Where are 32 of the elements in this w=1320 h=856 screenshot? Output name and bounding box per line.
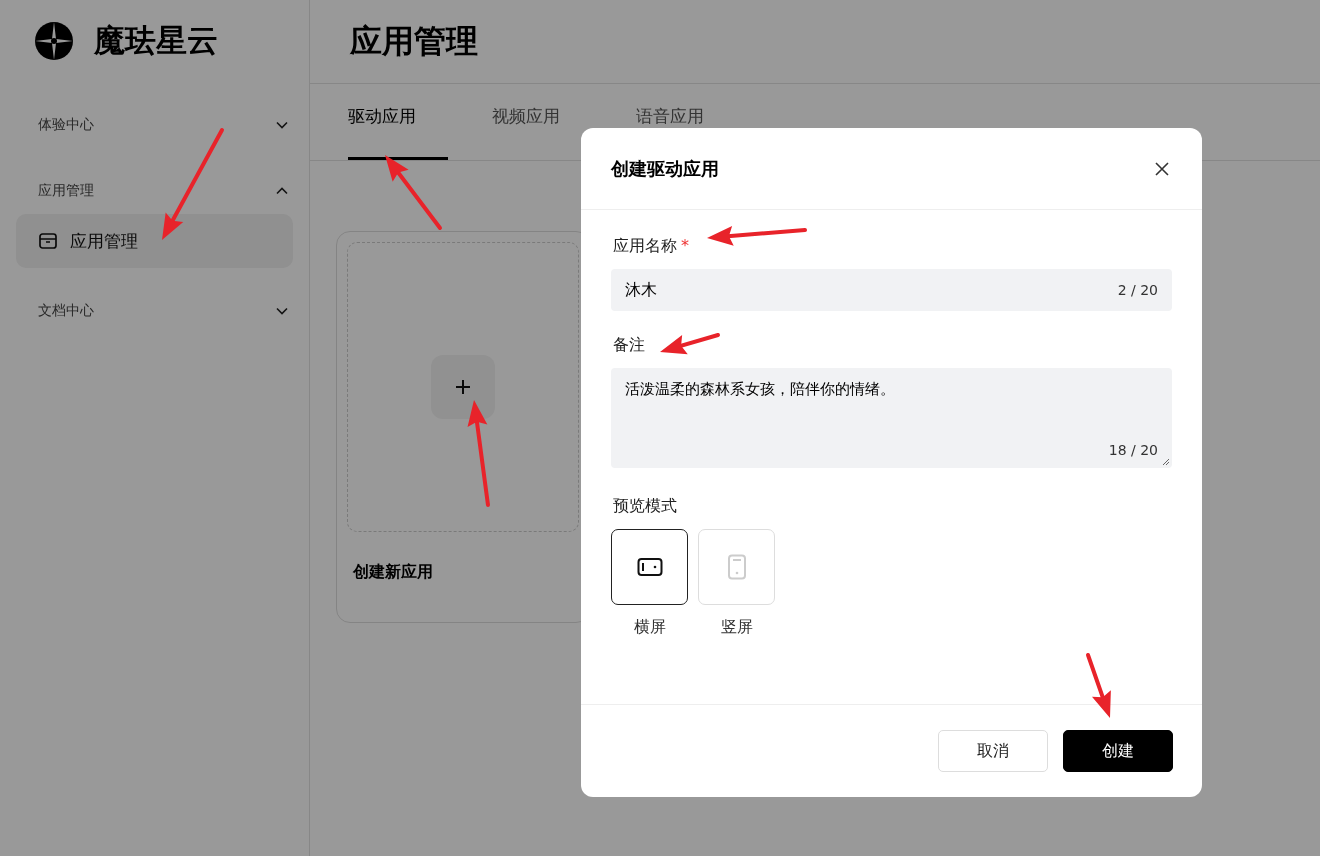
archive-icon — [38, 231, 58, 251]
card-title: 创建新应用 — [352, 562, 434, 583]
input-value: 活泼温柔的森林系女孩，陪伴你的情绪。 — [625, 380, 895, 398]
portrait-screen-icon — [726, 554, 747, 580]
logo-icon — [34, 21, 74, 61]
landscape-screen-icon — [636, 557, 663, 577]
brand-name: 魔珐星云 — [94, 21, 218, 60]
option-label: 横屏 — [633, 617, 666, 638]
annotation-arrow — [660, 333, 720, 355]
close-icon — [1154, 160, 1170, 177]
plus-icon — [455, 379, 471, 395]
character-counter: 2 / 20 — [1117, 282, 1158, 298]
field-label: 应用名称 — [613, 236, 677, 257]
resize-handle-icon[interactable] — [1162, 458, 1170, 466]
preview-mode-option[interactable] — [611, 529, 688, 605]
page-title: 应用管理 — [350, 20, 478, 62]
sidebar-group-toggle[interactable]: 应用管理 — [16, 168, 293, 214]
option-label: 竖屏 — [720, 617, 753, 638]
create-button[interactable]: 创建 — [1063, 730, 1173, 772]
input-value: 沐木 — [625, 279, 657, 301]
sidebar-group-toggle[interactable]: 体验中心 — [16, 102, 293, 148]
character-counter: 18 / 20 — [1108, 442, 1158, 458]
required-mark: * — [681, 236, 689, 257]
annotation-arrow — [1086, 653, 1111, 718]
sidebar-group-toggle[interactable]: 文档中心 — [16, 288, 293, 334]
field-label: 备注 — [613, 335, 645, 356]
field-label: 预览模式 — [613, 496, 677, 517]
tab[interactable]: 视频应用 — [492, 84, 592, 160]
remark-text-field[interactable]: 活泼温柔的森林系女孩，陪伴你的情绪。 18 / 20 — [611, 368, 1172, 468]
sidebar-item[interactable]: 应用管理 — [16, 214, 293, 268]
name-input-field[interactable]: 沐木 2 / 20 — [611, 269, 1172, 311]
cancel-button[interactable]: 取消 — [938, 730, 1048, 772]
